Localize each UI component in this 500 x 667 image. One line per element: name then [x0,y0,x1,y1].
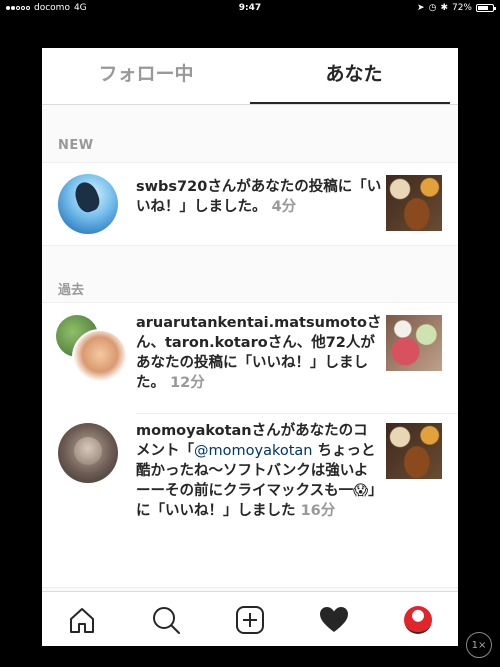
username-link[interactable]: momoyakotan [136,423,252,439]
alarm-icon: ◷ [428,3,437,13]
notification-text: aruarutankentai.matsumotoさん、taron.kotaro… [136,313,382,393]
location-icon: ➤ [417,3,425,13]
avatar[interactable] [58,174,118,234]
mention-link[interactable]: @momoyakotan [194,443,312,459]
tab-you[interactable]: あなた [250,48,458,104]
notification-time: 12分 [170,375,205,391]
add-icon[interactable] [234,604,266,636]
avatar[interactable] [72,329,128,385]
bird-silhouette [71,179,103,215]
activity-screen: フォロー中 あなた NEW swbs720さんがあなたの投稿に「いいね！」しまし… [42,48,458,646]
home-icon[interactable] [66,604,98,636]
heart-icon[interactable] [318,604,350,636]
post-thumbnail[interactable] [386,315,442,371]
new-notifications-card: swbs720さんがあなたの投稿に「いいね！」しました。 4分 [42,162,458,246]
notification-item[interactable]: aruarutankentai.matsumotoさん、taron.kotaro… [42,303,458,413]
dog-face [74,437,102,465]
avatar[interactable] [58,423,118,483]
username-link[interactable]: aruarutankentai.matsumoto [136,315,367,331]
search-icon[interactable] [150,604,182,636]
profile-picture [404,606,432,634]
notification-text: swbs720さんがあなたの投稿に「いいね！」しました。 4分 [136,177,382,217]
profile-avatar[interactable] [402,604,434,636]
divider [136,413,458,414]
post-thumbnail[interactable] [386,175,442,231]
bluetooth-icon: ✱ [440,3,448,13]
past-notifications-card: aruarutankentai.matsumotoさん、taron.kotaro… [42,302,458,588]
notification-item[interactable]: swbs720さんがあなたの投稿に「いいね！」しました。 4分 [42,163,458,245]
status-bar: docomo 4G 9:47 ➤ ◷ ✱ 72% [0,0,500,16]
notification-item[interactable]: momoyakotanさんがあなたのコメント「@momoyakotan ちょっと… [42,415,458,587]
status-right: ➤ ◷ ✱ 72% [417,0,496,16]
tab-following[interactable]: フォロー中 [42,48,250,104]
active-tab-indicator [250,102,450,104]
notification-time: 16分 [300,503,336,519]
notification-time: 4分 [271,199,297,215]
section-header-new: NEW [58,138,94,153]
username-link[interactable]: swbs720 [136,179,207,195]
activity-tabs: フォロー中 あなた [42,48,458,105]
username-link[interactable]: taron.kotaro [165,335,268,351]
battery-icon [476,4,496,12]
zoom-button[interactable]: 1× [466,632,492,658]
battery-percent: 72% [451,3,472,13]
bottom-nav [42,591,458,646]
section-header-past: 過去 [58,283,85,298]
notification-text: momoyakotanさんがあなたのコメント「@momoyakotan ちょっと… [136,421,382,521]
post-thumbnail[interactable] [386,423,442,479]
